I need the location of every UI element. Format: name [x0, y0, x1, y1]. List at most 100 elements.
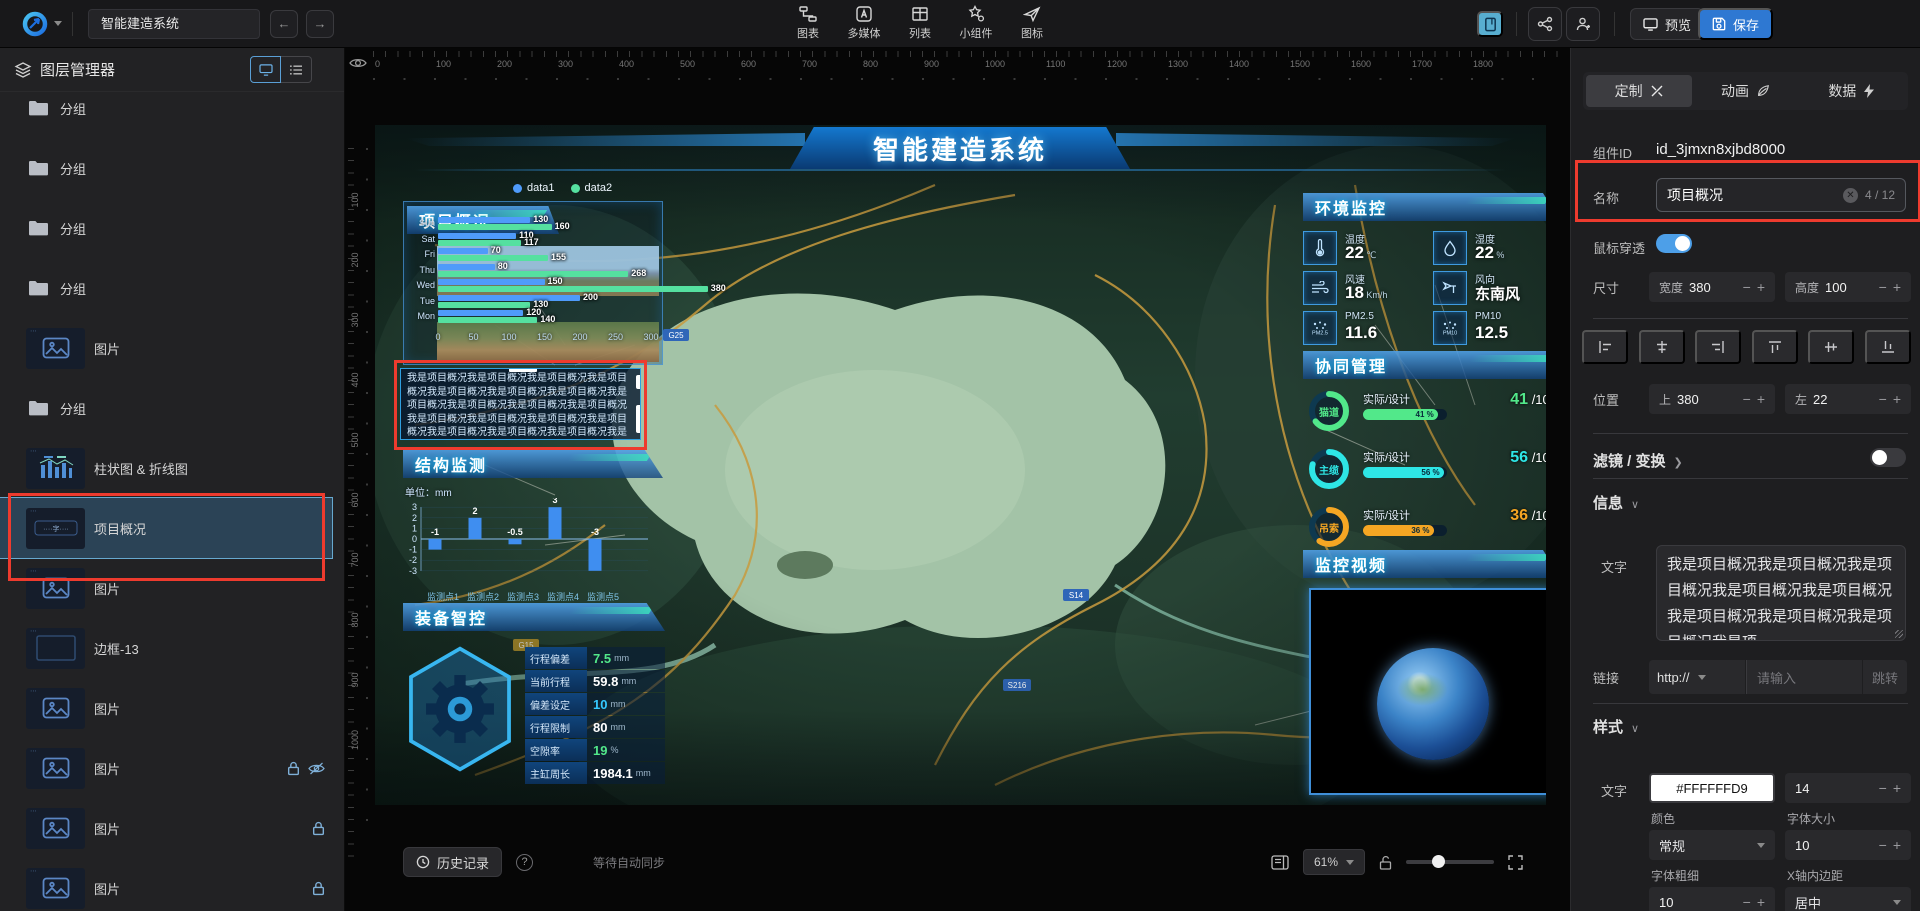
thumbnail-view-button[interactable]: [250, 56, 281, 83]
minus-icon[interactable]: −: [1743, 391, 1751, 407]
info-section[interactable]: 信息∨: [1593, 492, 1639, 513]
align-right-button[interactable]: [1695, 330, 1741, 364]
app-logo[interactable]: [22, 11, 48, 37]
lock-icon[interactable]: [312, 881, 325, 896]
minus-icon[interactable]: −: [1743, 894, 1751, 910]
minus-icon[interactable]: −: [1743, 279, 1751, 295]
top-stepper[interactable]: 上380 −+: [1649, 384, 1775, 414]
link-url-input[interactable]: 请输入: [1746, 660, 1862, 694]
asset-library-button[interactable]: [1477, 11, 1503, 37]
panel-equipment-control[interactable]: 装备智控 行程偏差7.5mm当: [403, 603, 665, 793]
toolbar-chart-button[interactable]: 图表: [788, 0, 828, 48]
plus-icon[interactable]: +: [1757, 279, 1765, 295]
style-section[interactable]: 样式∨: [1593, 716, 1639, 737]
align-center-horizontal-button[interactable]: [1639, 330, 1685, 364]
font-size-stepper[interactable]: 14 −+: [1785, 773, 1911, 803]
link-jump-button[interactable]: 跳转: [1863, 660, 1907, 694]
plus-icon[interactable]: +: [1893, 780, 1901, 796]
layer-item-图片[interactable]: ⋯图片: [0, 738, 344, 798]
list-view-button[interactable]: [281, 56, 312, 83]
scrollbar-handle[interactable]: [636, 405, 641, 433]
save-button[interactable]: 保存: [1698, 8, 1773, 40]
layer-item-图片[interactable]: ⋯图片: [0, 558, 344, 618]
lock-icon[interactable]: [287, 761, 300, 776]
zoom-slider[interactable]: [1406, 860, 1494, 864]
width-stepper[interactable]: 宽度380 −+: [1649, 272, 1775, 302]
share-button[interactable]: [1528, 7, 1562, 41]
logo-chevron-down-icon[interactable]: [54, 21, 62, 26]
tab-customize[interactable]: 定制: [1586, 75, 1692, 107]
layer-item-图片[interactable]: ⋯图片: [0, 318, 344, 378]
layer-list-scroll[interactable]: 分组分组分组分组⋯图片分组⋯柱状图 & 折线图⋯····字····项目概况⋯图片…: [0, 92, 344, 911]
layer-item-图片[interactable]: ⋯图片: [0, 858, 344, 911]
filter-toggle[interactable]: [1870, 448, 1906, 467]
link-protocol-select[interactable]: http://: [1649, 660, 1745, 694]
clear-icon[interactable]: ✕: [1843, 188, 1858, 203]
toolbar-media-button[interactable]: 多媒体: [844, 0, 884, 48]
redo-button[interactable]: →: [306, 10, 334, 38]
plus-icon[interactable]: +: [1893, 837, 1901, 853]
minus-icon[interactable]: −: [1879, 391, 1887, 407]
selected-text-component[interactable]: 我是项目概况我是项目概况我是项目概况我是项目概况我是项目概况我是项目概况我是项目…: [400, 368, 641, 440]
panel-collaboration[interactable]: 协同管理 猫道实际/设计41 %41 /100主缆实际/设计56 %56 /10…: [1303, 351, 1546, 547]
collaborate-button[interactable]: [1566, 7, 1600, 41]
help-icon[interactable]: ?: [516, 854, 533, 871]
color-swatch[interactable]: #FFFFFFD9: [1649, 773, 1775, 803]
preview-button[interactable]: 预览: [1630, 8, 1704, 40]
text-textarea[interactable]: 我是项目概况我是项目概况我是项目概况我是项目概况我是项目概况我是项目概况我是项目…: [1656, 545, 1906, 641]
tab-animation[interactable]: 动画: [1692, 75, 1798, 107]
font-weight-select[interactable]: 常规: [1649, 830, 1775, 860]
toolbar-table-button[interactable]: 列表: [900, 0, 940, 48]
fullscreen-icon[interactable]: [1508, 855, 1523, 870]
align-center-vertical-button[interactable]: [1808, 330, 1854, 364]
zoom-level-select[interactable]: 61%: [1303, 849, 1365, 875]
minus-icon[interactable]: −: [1879, 780, 1887, 796]
toolbar-paper-plane-button[interactable]: 图标: [1012, 0, 1052, 48]
video-frame[interactable]: [1309, 588, 1546, 795]
filter-transform-section[interactable]: 滤镜 / 变换❯: [1593, 450, 1683, 471]
toolbar-widget-button[interactable]: 小组件: [956, 0, 996, 48]
plus-icon[interactable]: +: [1893, 391, 1901, 407]
y-padding-stepper[interactable]: 10 −+: [1649, 887, 1775, 911]
layer-item-group[interactable]: 分组: [0, 92, 344, 138]
tab-data[interactable]: 数据: [1799, 75, 1905, 107]
eye-off-icon[interactable]: [308, 761, 325, 776]
minus-icon[interactable]: −: [1879, 837, 1887, 853]
undo-button[interactable]: ←: [270, 10, 298, 38]
project-name-input[interactable]: 智能建造系统: [88, 9, 260, 39]
name-input[interactable]: 项目概况 ✕ 4 / 12: [1656, 178, 1906, 212]
layer-item-group[interactable]: 分组: [0, 198, 344, 258]
align-left-button[interactable]: [1582, 330, 1628, 364]
slider-thumb[interactable]: [1432, 855, 1445, 868]
scrollbar-handle[interactable]: [636, 375, 641, 389]
lock-icon[interactable]: [312, 821, 325, 836]
minus-icon[interactable]: −: [1879, 279, 1887, 295]
layer-item-图片[interactable]: ⋯图片: [0, 798, 344, 858]
layer-item-group[interactable]: 分组: [0, 378, 344, 438]
drag-handle[interactable]: [509, 368, 537, 372]
panel-project-overview[interactable]: 项目概况 Sun130160Sat110117Fri70155Thu80268W…: [403, 201, 663, 365]
plus-icon[interactable]: +: [1757, 894, 1765, 910]
panel-toggle-button[interactable]: [1271, 855, 1289, 870]
panel-structure-monitor[interactable]: 结构监测 单位：mm -3-2-10123-1监测点12监测点2-0.5监测点3…: [403, 450, 663, 610]
left-stepper[interactable]: 左22 −+: [1785, 384, 1911, 414]
layer-item-柱状图 & 折线图[interactable]: ⋯柱状图 & 折线图: [0, 438, 344, 498]
layer-item-group[interactable]: 分组: [0, 138, 344, 198]
layer-item-边框-13[interactable]: ⋯边框-13: [0, 618, 344, 678]
panel-video-monitor[interactable]: 监控视频: [1303, 550, 1546, 802]
layer-item-group[interactable]: 分组: [0, 258, 344, 318]
plus-icon[interactable]: +: [1893, 279, 1901, 295]
dashboard-design[interactable]: G25 S14 S216 G15 智能建造系统 data1data2 项目概况 …: [375, 125, 1546, 805]
mouse-through-toggle[interactable]: [1656, 234, 1692, 253]
layer-item-项目概况[interactable]: ⋯····字····项目概况: [0, 498, 332, 558]
plus-icon[interactable]: +: [1757, 391, 1765, 407]
panel-environment-monitor[interactable]: 环境监控 温度22 ℃湿度22 %风速18 Km/h风向东南风PM2.5PM2.…: [1303, 193, 1546, 351]
history-button[interactable]: 历史记录: [403, 847, 502, 877]
align-top-button[interactable]: [1752, 330, 1798, 364]
height-stepper[interactable]: 高度100 −+: [1785, 272, 1911, 302]
editor-canvas[interactable]: 0100200300400500600700800900100011001200…: [345, 48, 1570, 911]
x-padding-stepper[interactable]: 10 −+: [1785, 830, 1911, 860]
layer-item-图片[interactable]: ⋯图片: [0, 678, 344, 738]
lock-open-icon[interactable]: [1379, 855, 1392, 870]
align-select[interactable]: 居中: [1785, 887, 1911, 911]
